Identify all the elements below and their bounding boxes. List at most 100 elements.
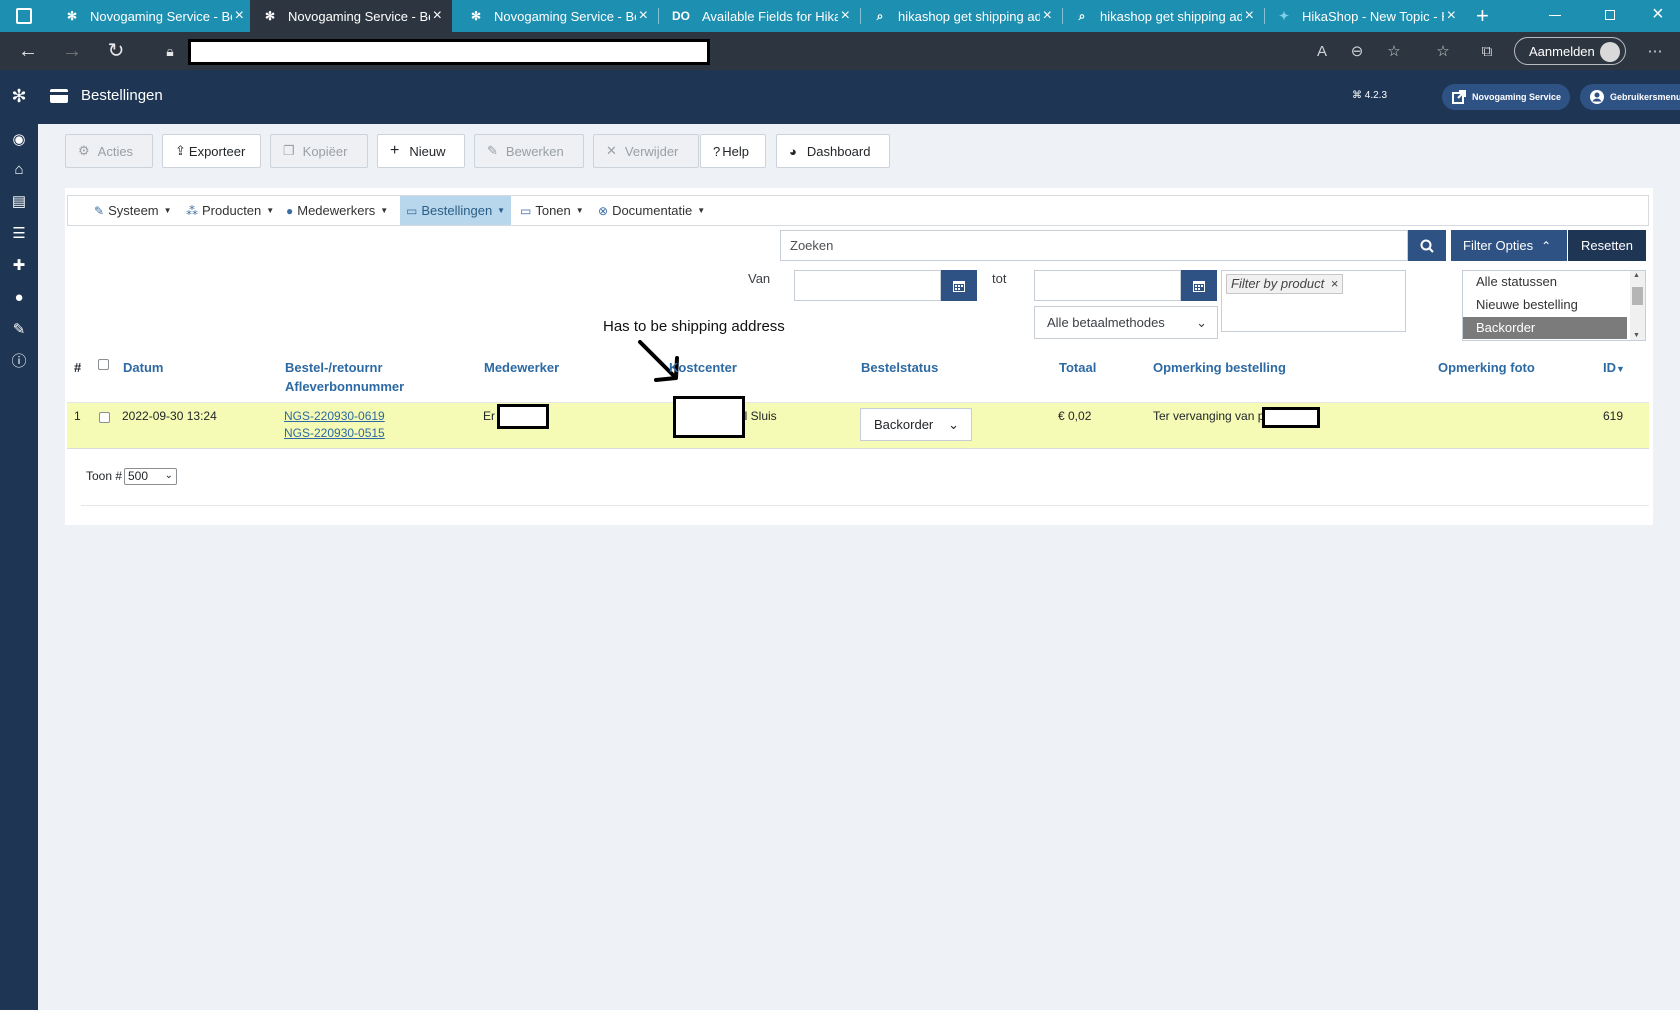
close-tab-icon[interactable]: × <box>1245 7 1254 25</box>
payment-method-select[interactable]: Alle betaalmethodes ⌄ <box>1034 306 1218 339</box>
status-option[interactable]: Alle statussen <box>1463 271 1627 293</box>
col-header-id[interactable]: ID▼ <box>1603 358 1625 379</box>
status-option-selected[interactable]: Backorder <box>1463 317 1627 339</box>
order-status-select[interactable]: Backorder ⌄ <box>860 408 972 441</box>
browser-tab[interactable]: DO Available Fields for HikaS × <box>658 0 860 32</box>
home-icon[interactable]: ⌂ <box>9 160 29 180</box>
close-tab-icon[interactable]: × <box>235 7 244 25</box>
site-button[interactable]: Novogaming Service <box>1442 84 1570 110</box>
export-button[interactable]: ⇪ Exporteer <box>162 134 261 168</box>
help-button[interactable]: ? Help <box>700 134 766 168</box>
date-from-calendar-button[interactable] <box>941 270 977 301</box>
submenu-documentation[interactable]: ⊗ Documentatie ▼ <box>592 196 711 225</box>
close-window-icon[interactable]: × <box>1652 3 1664 26</box>
collections-icon[interactable]: ⧉ <box>1476 41 1498 63</box>
reset-button[interactable]: Resetten <box>1568 230 1646 261</box>
users-icon[interactable]: ● <box>9 288 29 308</box>
user-menu-button[interactable]: Gebruikersmenu ⌄ <box>1580 84 1680 110</box>
close-tab-icon[interactable]: × <box>639 7 648 25</box>
restore-icon[interactable] <box>1605 10 1615 20</box>
col-header-date[interactable]: Datum <box>123 358 163 377</box>
search-button[interactable] <box>1408 230 1446 261</box>
close-tab-icon[interactable]: × <box>841 7 850 25</box>
close-tab-icon[interactable]: × <box>1447 7 1456 25</box>
file-icon[interactable]: ▤ <box>9 192 29 212</box>
tab-actions-icon[interactable] <box>16 8 32 24</box>
dashboard-button[interactable]: ◕ Dashboard <box>776 134 890 168</box>
browser-tab[interactable]: ⌕ hikashop get shipping ad × <box>1062 0 1264 32</box>
submenu-employees[interactable]: ● Medewerkers ▼ <box>280 196 394 225</box>
edit-icon: ✎ <box>487 143 498 158</box>
browser-tab-active[interactable]: ✻ Novogaming Service - Be × <box>250 0 452 32</box>
component-submenu: ✎ Systeem ▼ ⁂ Producten ▼ ● Medewerkers ▼ ▭ Bes… <box>67 195 1649 226</box>
wrench-icon[interactable]: ✎ <box>9 320 29 340</box>
back-icon[interactable]: ← <box>16 39 40 63</box>
scrollbar-thumb[interactable] <box>1632 287 1643 305</box>
puzzle-icon[interactable]: ✚ <box>9 256 29 276</box>
date-to-calendar-button[interactable] <box>1181 270 1217 301</box>
close-tab-icon[interactable]: × <box>433 7 442 25</box>
add-favorite-icon[interactable]: ☆ <box>1383 41 1405 63</box>
order-number-link[interactable]: NGS-220930-0619 <box>284 408 385 425</box>
avatar <box>1600 42 1620 62</box>
status-option[interactable]: Nieuwe bestelling <box>1463 294 1627 316</box>
info-icon[interactable]: ⓘ <box>9 352 29 372</box>
col-header-cost-center[interactable]: Kostcenter <box>669 358 737 377</box>
remove-tag-icon[interactable]: × <box>1331 276 1339 291</box>
product-filter-input[interactable]: Filter by product × <box>1221 270 1406 332</box>
list-icon[interactable]: ☰ <box>9 224 29 244</box>
browser-tab[interactable]: ✻ Novogaming Service - Be × <box>52 0 254 32</box>
new-tab-icon[interactable]: + <box>1476 3 1489 29</box>
product-filter-tag[interactable]: Filter by product × <box>1226 274 1344 294</box>
sort-desc-icon: ▼ <box>1616 364 1625 374</box>
reload-icon[interactable]: ↻ <box>104 39 128 63</box>
date-to-input[interactable] <box>1034 270 1181 301</box>
submenu-orders[interactable]: ▭ Bestellingen ▼ <box>400 196 512 225</box>
date-from-input[interactable] <box>794 270 941 301</box>
browser-tab[interactable]: ✻ Novogaming Service - Be × <box>456 0 658 32</box>
page-header: Bestellingen ⌘ 4.2.3 Novogaming Service … <box>38 70 1680 124</box>
col-header-order-number[interactable]: Bestel-/retournr Afleverbonnummer <box>285 358 404 396</box>
col-header-order-note[interactable]: Opmerking bestelling <box>1153 358 1286 377</box>
sign-in-button[interactable]: Aanmelden <box>1514 37 1626 65</box>
page-size-select[interactable]: 500 ⌄ <box>124 468 177 485</box>
forward-icon[interactable]: → <box>60 39 84 63</box>
redaction-box <box>497 404 549 429</box>
version-badge: ⌘ 4.2.3 <box>1352 90 1388 101</box>
delivery-number-link[interactable]: NGS-220930-0515 <box>284 425 385 442</box>
copy-button[interactable]: ❐ Kopiëer <box>270 134 368 168</box>
submenu-system[interactable]: ✎ Systeem ▼ <box>88 196 178 225</box>
status-list-scrollbar[interactable]: ▲ ▼ <box>1630 271 1645 340</box>
search-input[interactable]: Zoeken <box>780 230 1408 261</box>
col-header-order-status[interactable]: Bestelstatus <box>861 358 938 377</box>
select-all-checkbox[interactable] <box>98 359 109 370</box>
col-header-photo-note[interactable]: Opmerking foto <box>1438 358 1535 377</box>
row-employee: Er <box>483 409 495 423</box>
close-tab-icon[interactable]: × <box>1043 7 1052 25</box>
actions-button[interactable]: ⚙ Acties <box>65 134 153 168</box>
new-button[interactable]: + Nieuw <box>377 134 465 168</box>
edit-button[interactable]: ✎ Bewerken <box>474 134 584 168</box>
plus-icon: + <box>390 142 400 159</box>
status-filter-list[interactable]: Alle statussen Nieuwe bestelling Backord… <box>1462 270 1646 341</box>
browser-tab[interactable]: ✦ HikaShop - New Topic - H × <box>1264 0 1466 32</box>
submenu-products[interactable]: ⁂ Producten ▼ <box>180 196 280 225</box>
joomla-logo-icon[interactable]: ✻ <box>9 86 29 106</box>
toggle-menu-icon[interactable]: ◉ <box>9 130 29 150</box>
minimize-icon[interactable] <box>1549 15 1561 16</box>
zoom-out-icon[interactable]: ⊖ <box>1346 41 1368 63</box>
scroll-up-icon[interactable]: ▲ <box>1633 272 1640 279</box>
row-checkbox[interactable] <box>99 412 110 423</box>
col-header-employee[interactable]: Medewerker <box>484 358 559 377</box>
submenu-display[interactable]: ▭ Tonen ▼ <box>514 196 590 225</box>
scroll-down-icon[interactable]: ▼ <box>1633 332 1640 339</box>
browser-tab[interactable]: ⌕ hikashop get shipping ad × <box>860 0 1062 32</box>
read-aloud-icon[interactable]: A <box>1311 41 1333 63</box>
url-field-redacted[interactable] <box>188 39 710 65</box>
more-menu-icon[interactable]: ⋯ <box>1644 41 1666 63</box>
col-header-total[interactable]: Totaal <box>1059 358 1096 377</box>
favorites-icon[interactable]: ☆ <box>1432 41 1454 63</box>
calendar-icon <box>953 280 965 292</box>
filter-options-button[interactable]: Filter Opties ⌃ <box>1451 230 1567 261</box>
delete-button[interactable]: ✕ Verwijder <box>593 134 699 168</box>
